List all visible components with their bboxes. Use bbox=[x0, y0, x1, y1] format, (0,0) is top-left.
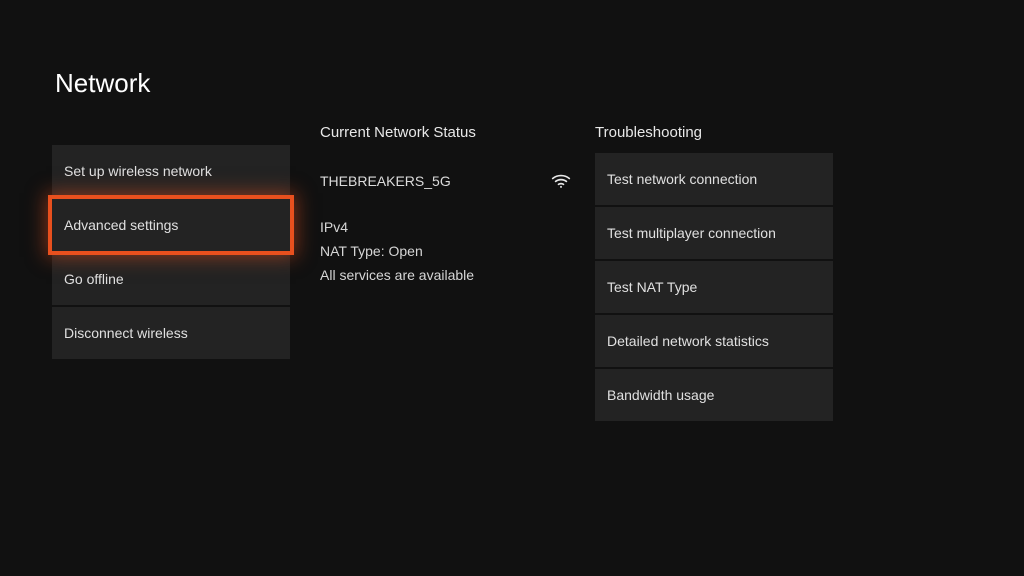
menu-item-disconnect-wireless[interactable]: Disconnect wireless bbox=[52, 307, 290, 359]
wifi-icon bbox=[551, 171, 571, 191]
troubleshoot-item-label: Test network connection bbox=[607, 171, 757, 187]
ssid-row: THEBREAKERS_5G bbox=[320, 171, 575, 191]
troubleshooting-heading: Troubleshooting bbox=[595, 124, 833, 141]
troubleshoot-bandwidth-usage[interactable]: Bandwidth usage bbox=[595, 369, 833, 421]
page-title: Network bbox=[55, 68, 150, 99]
troubleshooting-panel: Troubleshooting Test network connection … bbox=[595, 124, 833, 421]
troubleshoot-test-network[interactable]: Test network connection bbox=[595, 153, 833, 205]
menu-item-label: Disconnect wireless bbox=[64, 325, 188, 341]
services-status: All services are available bbox=[320, 267, 575, 283]
menu-item-label: Go offline bbox=[64, 271, 124, 287]
ip-version: IPv4 bbox=[320, 219, 575, 235]
network-status-panel: Current Network Status THEBREAKERS_5G IP… bbox=[320, 124, 575, 291]
troubleshoot-item-label: Detailed network statistics bbox=[607, 333, 769, 349]
troubleshoot-item-label: Bandwidth usage bbox=[607, 387, 714, 403]
troubleshoot-detailed-stats[interactable]: Detailed network statistics bbox=[595, 315, 833, 367]
troubleshoot-item-label: Test multiplayer connection bbox=[607, 225, 776, 241]
status-heading: Current Network Status bbox=[320, 124, 575, 141]
menu-item-label: Advanced settings bbox=[64, 217, 178, 233]
troubleshoot-test-multiplayer[interactable]: Test multiplayer connection bbox=[595, 207, 833, 259]
troubleshoot-item-label: Test NAT Type bbox=[607, 279, 697, 295]
troubleshoot-test-nat[interactable]: Test NAT Type bbox=[595, 261, 833, 313]
menu-item-label: Set up wireless network bbox=[64, 163, 212, 179]
left-menu: Set up wireless network Advanced setting… bbox=[52, 145, 290, 359]
ssid-value: THEBREAKERS_5G bbox=[320, 173, 451, 189]
troubleshooting-list: Test network connection Test multiplayer… bbox=[595, 153, 833, 421]
menu-item-advanced-settings[interactable]: Advanced settings bbox=[52, 199, 290, 251]
menu-item-go-offline[interactable]: Go offline bbox=[52, 253, 290, 305]
menu-item-setup-wireless[interactable]: Set up wireless network bbox=[52, 145, 290, 197]
nat-type: NAT Type: Open bbox=[320, 243, 575, 259]
